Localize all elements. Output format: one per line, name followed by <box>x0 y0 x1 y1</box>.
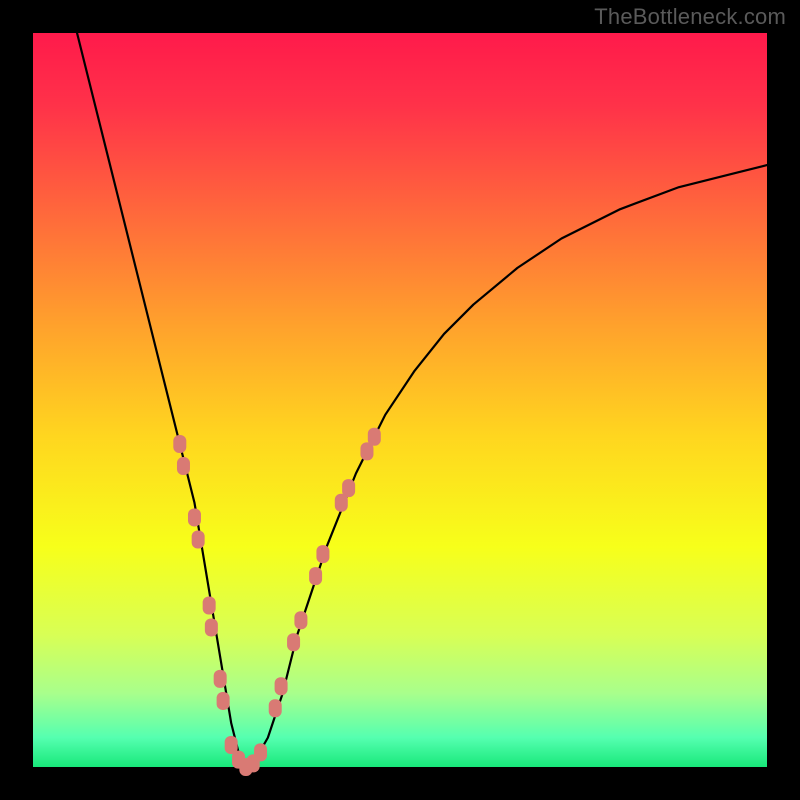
curve-marker <box>368 428 381 446</box>
chart-svg <box>33 33 767 767</box>
curve-marker <box>287 633 300 651</box>
curve-marker <box>177 457 190 475</box>
curve-marker <box>214 670 227 688</box>
curve-marker <box>192 530 205 548</box>
curve-marker <box>309 567 322 585</box>
curve-marker <box>342 479 355 497</box>
chart-frame: TheBottleneck.com <box>0 0 800 800</box>
curve-marker <box>173 435 186 453</box>
curve-markers <box>173 428 381 776</box>
curve-marker <box>254 743 267 761</box>
curve-marker <box>294 611 307 629</box>
curve-marker <box>316 545 329 563</box>
watermark-text: TheBottleneck.com <box>594 6 786 28</box>
curve-marker <box>269 699 282 717</box>
curve-marker <box>205 619 218 637</box>
curve-marker <box>188 508 201 526</box>
bottleneck-curve <box>77 33 767 767</box>
curve-marker <box>203 597 216 615</box>
curve-marker <box>275 677 288 695</box>
curve-marker <box>217 692 230 710</box>
